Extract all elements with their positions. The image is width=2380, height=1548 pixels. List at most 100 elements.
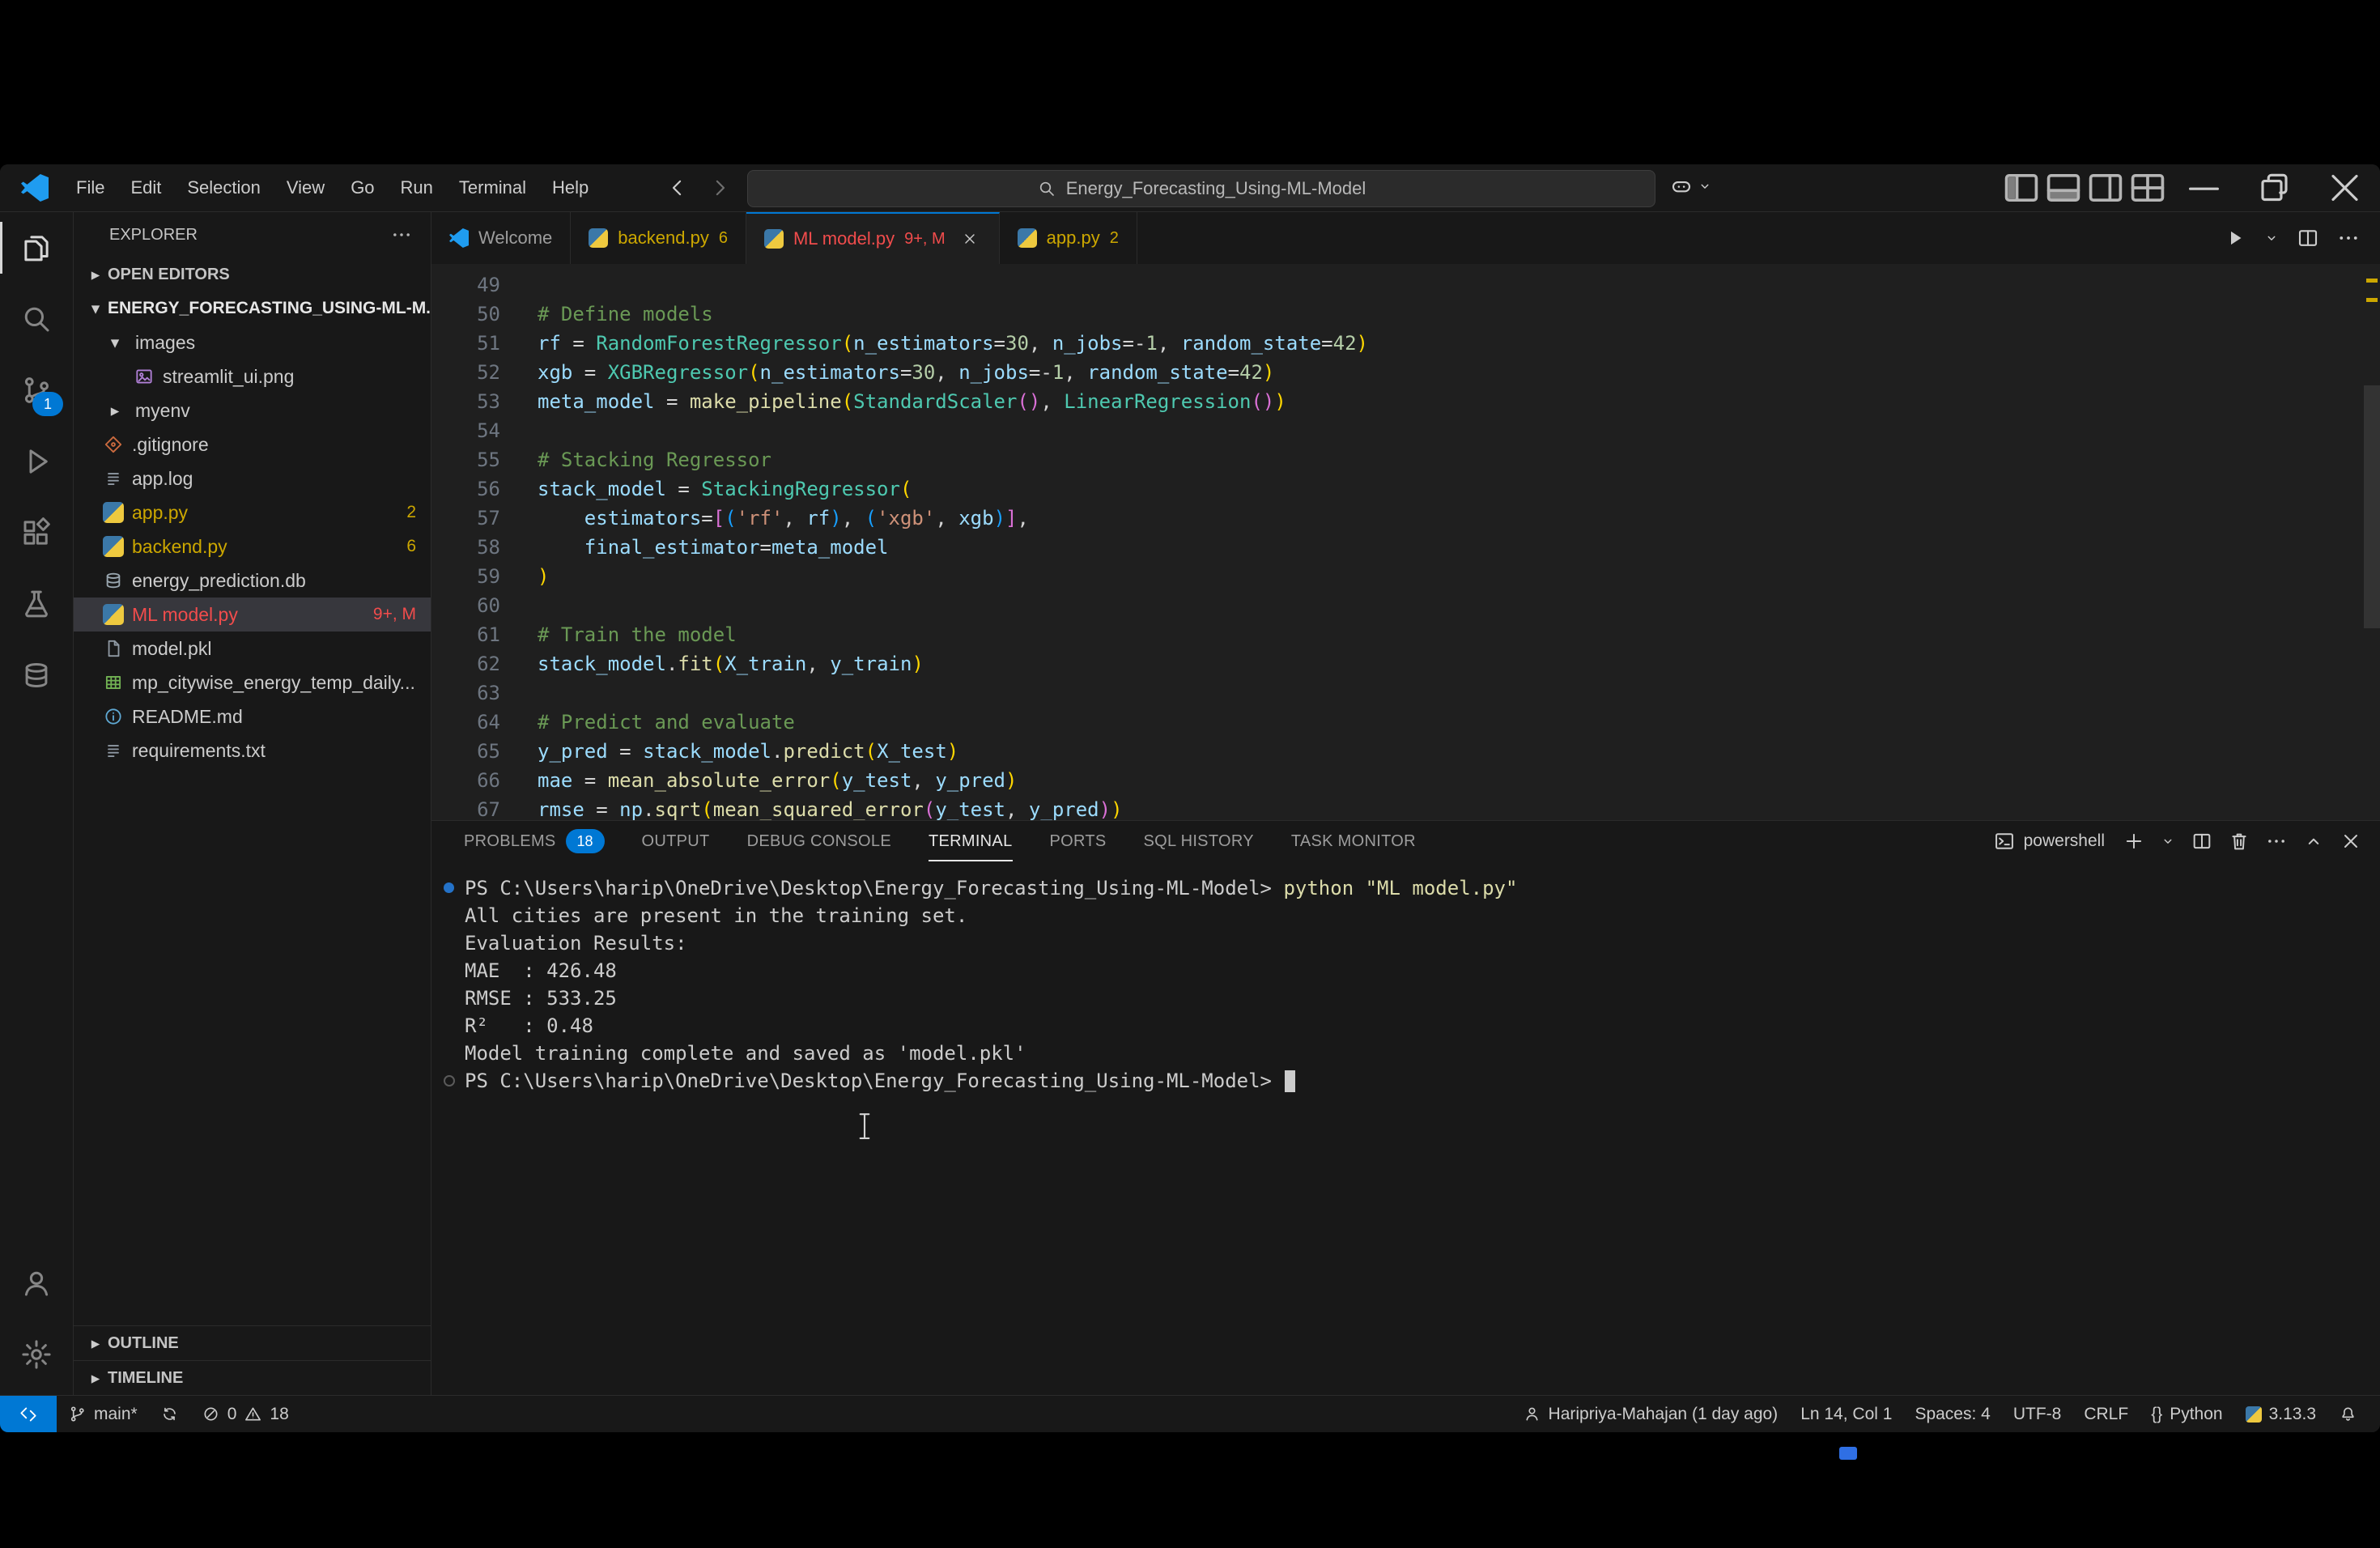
branch-status[interactable]: main* xyxy=(57,1396,149,1432)
file-row-images[interactable]: images xyxy=(74,325,431,359)
outline-section[interactable]: OUTLINE xyxy=(74,1325,431,1360)
copilot-button[interactable] xyxy=(1669,174,1713,198)
open-editors-section[interactable]: OPEN EDITORS xyxy=(74,257,431,291)
customize-layout-icon[interactable] xyxy=(2127,164,2169,211)
tab-welcome[interactable]: Welcome xyxy=(431,212,571,264)
command-center-search[interactable]: Energy_Forecasting_Using-ML-Model xyxy=(747,170,1655,207)
commit-status[interactable]: Haripriya-Mahajan (1 day ago) xyxy=(1511,1396,1790,1432)
minimize-button[interactable] xyxy=(2169,164,2239,211)
toggle-sidebar-icon[interactable] xyxy=(2000,164,2042,211)
line-number: 62 xyxy=(431,649,500,678)
split-editor-icon[interactable] xyxy=(2296,226,2320,250)
notifications[interactable] xyxy=(2327,1396,2369,1432)
chevron-right-icon xyxy=(103,401,127,421)
file-row-readme-md[interactable]: README.md xyxy=(74,700,431,734)
panel-tab-sql-history[interactable]: SQL HISTORY xyxy=(1144,821,1254,861)
line-number: 65 xyxy=(431,737,500,766)
panel-tab-ports[interactable]: PORTS xyxy=(1050,821,1107,861)
file-row-model-pkl[interactable]: model.pkl xyxy=(74,632,431,666)
line-number: 60 xyxy=(431,591,500,620)
tab-label: Welcome xyxy=(478,228,552,249)
encoding-status[interactable]: UTF-8 xyxy=(2002,1396,2073,1432)
menu-file[interactable]: File xyxy=(63,164,117,211)
line-number: 52 xyxy=(431,358,500,387)
beaker-icon xyxy=(19,587,53,621)
close-panel-icon[interactable] xyxy=(2340,830,2362,853)
file-row-ml-model-py[interactable]: ML model.py9+, M xyxy=(74,598,431,632)
maximize-panel-icon[interactable] xyxy=(2302,830,2325,853)
status-bar: main* 0 18 Haripriya-Mahajan (1 day ago)… xyxy=(0,1395,2380,1432)
code-editor[interactable]: 4950# Define models51rf = RandomForestRe… xyxy=(431,264,2380,820)
close-tab-icon[interactable] xyxy=(958,228,981,250)
terminal-output[interactable]: PS C:\Users\harip\OneDrive\Desktop\Energ… xyxy=(431,861,2380,1395)
close-button[interactable] xyxy=(2310,164,2380,211)
toggle-panel-icon[interactable] xyxy=(2042,164,2085,211)
activity-database[interactable] xyxy=(0,640,73,711)
panel-tab-debug-console[interactable]: DEBUG CONSOLE xyxy=(747,821,891,861)
panel-tab-output[interactable]: OUTPUT xyxy=(642,821,710,861)
sync-status[interactable] xyxy=(149,1396,190,1432)
menu-view[interactable]: View xyxy=(274,164,338,211)
panel-tab-terminal[interactable]: TERMINAL xyxy=(929,821,1013,861)
menu-terminal[interactable]: Terminal xyxy=(446,164,539,211)
menu-selection[interactable]: Selection xyxy=(174,164,274,211)
cursor-position[interactable]: Ln 14, Col 1 xyxy=(1789,1396,1903,1432)
activity-extensions[interactable] xyxy=(0,497,73,568)
tab-ml-model-py[interactable]: ML model.py9+, M xyxy=(746,212,1000,264)
code-text: estimators=[('rf', rf), ('xgb', xgb)], xyxy=(500,504,1029,533)
run-dropdown-icon[interactable] xyxy=(2263,230,2280,246)
python-version-status[interactable]: 3.13.3 xyxy=(2234,1396,2327,1432)
back-arrow-icon[interactable] xyxy=(665,176,690,200)
chevron-down-icon xyxy=(1697,178,1713,194)
activity-run-debug[interactable] xyxy=(0,426,73,497)
timeline-section[interactable]: TIMELINE xyxy=(74,1360,431,1395)
activity-search[interactable] xyxy=(0,283,73,355)
more-actions-icon[interactable] xyxy=(390,223,413,246)
activity-explorer[interactable] xyxy=(0,212,73,283)
command-decorator-icon[interactable] xyxy=(444,1075,455,1087)
file-row-energy-prediction-db[interactable]: energy_prediction.db xyxy=(74,563,431,598)
toggle-secondary-sidebar-icon[interactable] xyxy=(2085,164,2127,211)
file-row-app-log[interactable]: app.log xyxy=(74,461,431,495)
split-terminal-icon[interactable] xyxy=(2191,830,2213,853)
problems-status[interactable]: 0 18 xyxy=(190,1396,300,1432)
menu-edit[interactable]: Edit xyxy=(117,164,174,211)
file-row-app-py[interactable]: app.py2 xyxy=(74,495,431,529)
eol-status[interactable]: CRLF xyxy=(2072,1396,2140,1432)
file-row-myenv[interactable]: myenv xyxy=(74,393,431,427)
tab-app-py[interactable]: app.py2 xyxy=(1000,212,1137,264)
terminal-text: All cities are present in the training s… xyxy=(465,902,967,929)
remote-indicator[interactable] xyxy=(0,1396,57,1432)
more-actions-icon[interactable] xyxy=(2336,226,2361,250)
activity-settings[interactable] xyxy=(0,1319,73,1390)
menu-help[interactable]: Help xyxy=(539,164,601,211)
command-decorator-icon[interactable] xyxy=(444,882,454,893)
panel-tab-task-monitor[interactable]: TASK MONITOR xyxy=(1291,821,1416,861)
more-panel-actions-icon[interactable] xyxy=(2265,830,2288,853)
activity-source-control[interactable]: 1 xyxy=(0,355,73,426)
file-row-requirements-txt[interactable]: requirements.txt xyxy=(74,734,431,768)
new-terminal-icon[interactable] xyxy=(2123,830,2145,853)
panel-tab-problems[interactable]: PROBLEMS18 xyxy=(464,821,605,861)
kill-terminal-icon[interactable] xyxy=(2228,830,2250,853)
run-button[interactable] xyxy=(2223,226,2247,250)
terminal-profile-dropdown-icon[interactable] xyxy=(2160,833,2176,849)
activity-account[interactable] xyxy=(0,1248,73,1319)
editor-scrollbar[interactable] xyxy=(2364,385,2380,628)
code-text: y_pred = stack_model.predict(X_test) xyxy=(500,737,958,766)
menu-run[interactable]: Run xyxy=(388,164,446,211)
restore-button[interactable] xyxy=(2239,164,2310,211)
file-row-streamlit-ui-png[interactable]: streamlit_ui.png xyxy=(74,359,431,393)
file-row-backend-py[interactable]: backend.py6 xyxy=(74,529,431,563)
activity-testing[interactable] xyxy=(0,568,73,640)
menu-go[interactable]: Go xyxy=(338,164,387,211)
person-icon xyxy=(1523,1405,1541,1423)
terminal-profile-label[interactable]: powershell xyxy=(2024,831,2105,851)
workspace-root[interactable]: ENERGY_FORECASTING_USING-ML-M... xyxy=(74,291,431,325)
file-row-mp-citywise-energy-temp-daily[interactable]: mp_citywise_energy_temp_daily... xyxy=(74,666,431,700)
tab-backend-py[interactable]: backend.py6 xyxy=(571,212,746,264)
indentation-status[interactable]: Spaces: 4 xyxy=(1903,1396,2001,1432)
language-status[interactable]: {}Python xyxy=(2140,1396,2233,1432)
file-row-gitignore[interactable]: .gitignore xyxy=(74,427,431,461)
forward-arrow-icon[interactable] xyxy=(708,176,732,200)
